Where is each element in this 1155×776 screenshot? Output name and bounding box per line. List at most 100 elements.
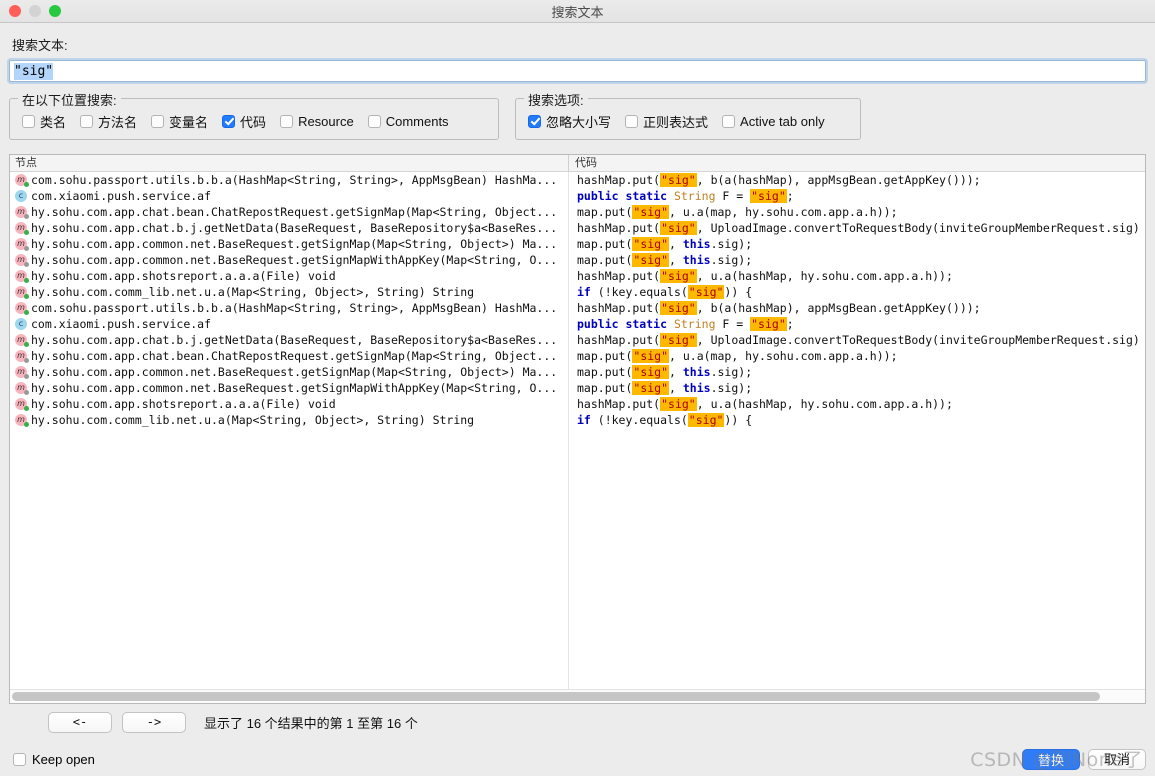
table-row[interactable]: m hy.sohu.com.comm_lib.net.u.a(Map<String… — [10, 284, 568, 300]
table-row[interactable]: c com.xiaomi.push.service.af — [10, 188, 568, 204]
method-icon: m — [15, 414, 29, 427]
cancel-button[interactable]: 取消 — [1088, 749, 1146, 770]
checkbox-box[interactable] — [280, 114, 294, 128]
table-row[interactable]: m hy.sohu.com.app.chat.b.j.getNetData(Bas… — [10, 220, 568, 236]
code-snippet[interactable]: map.put("sig", this.sig); — [569, 380, 1145, 396]
checkbox-active-tab-only[interactable]: Active tab only — [722, 114, 825, 129]
node-label: hy.sohu.com.app.shotsreport.a.a.a(File) … — [31, 269, 336, 283]
search-options-checkbox-row: 忽略大小写 正则表达式 Active tab only — [528, 111, 848, 131]
node-label: hy.sohu.com.comm_lib.net.u.a(Map<String,… — [31, 285, 475, 299]
search-input-value: "sig" — [14, 62, 54, 80]
code-snippet[interactable]: map.put("sig", this.sig); — [569, 364, 1145, 380]
code-snippet[interactable]: hashMap.put("sig", u.a(hashMap, hy.sohu.… — [569, 396, 1145, 412]
footer-actions-row: Keep open 替换 取消 — [9, 733, 1146, 770]
checkbox-variable-name[interactable]: 变量名 — [151, 112, 208, 131]
results-node-column: m com.sohu.passport.utils.b.b.a(HashMap<S… — [10, 172, 568, 689]
search-scope-legend: 在以下位置搜索: — [18, 90, 121, 109]
method-icon: m — [15, 238, 29, 251]
code-snippet[interactable]: if (!key.equals("sig")) { — [569, 412, 1145, 428]
checkbox-box[interactable] — [367, 114, 381, 128]
checkbox-label: 代码 — [240, 114, 267, 130]
code-snippet[interactable]: if (!key.equals("sig")) { — [569, 284, 1145, 300]
code-snippet[interactable]: hashMap.put("sig", UploadImage.convertTo… — [569, 332, 1145, 348]
node-label: hy.sohu.com.app.common.net.BaseRequest.g… — [31, 253, 558, 267]
code-snippet[interactable]: hashMap.put("sig", b(a(hashMap), appMsgB… — [569, 172, 1145, 188]
table-row[interactable]: m com.sohu.passport.utils.b.b.a(HashMap<S… — [10, 172, 568, 188]
checkbox-box[interactable] — [13, 753, 26, 766]
scrollbar-thumb[interactable] — [12, 692, 1101, 701]
results-code-column: hashMap.put("sig", b(a(hashMap), appMsgB… — [568, 172, 1145, 689]
close-icon[interactable] — [9, 5, 21, 17]
table-row[interactable]: c com.xiaomi.push.service.af — [10, 316, 568, 332]
checkbox-class-name[interactable]: 类名 — [22, 112, 66, 131]
checkbox-box[interactable] — [625, 114, 639, 128]
code-snippet[interactable]: hashMap.put("sig", UploadImage.convertTo… — [569, 220, 1145, 236]
checkbox-regex[interactable]: 正则表达式 — [625, 112, 708, 131]
code-snippet[interactable]: map.put("sig", this.sig); — [569, 236, 1145, 252]
code-snippet[interactable]: map.put("sig", u.a(map, hy.sohu.com.app.… — [569, 204, 1145, 220]
table-row[interactable]: m hy.sohu.com.app.common.net.BaseRequest.… — [10, 252, 568, 268]
node-label: com.sohu.passport.utils.b.b.a(HashMap<St… — [31, 173, 558, 187]
table-row[interactable]: m com.sohu.passport.utils.b.b.a(HashMap<S… — [10, 300, 568, 316]
checkbox-box[interactable] — [22, 114, 35, 128]
checkbox-label: 类名 — [40, 114, 67, 130]
checkbox-ignore-case[interactable]: 忽略大小写 — [528, 112, 611, 131]
code-snippet[interactable]: hashMap.put("sig", b(a(hashMap), appMsgB… — [569, 300, 1145, 316]
code-snippet[interactable]: hashMap.put("sig", u.a(hashMap, hy.sohu.… — [569, 268, 1145, 284]
table-row[interactable]: m hy.sohu.com.app.common.net.BaseRequest.… — [10, 380, 568, 396]
horizontal-scrollbar[interactable] — [10, 689, 1145, 703]
checkbox-label: 变量名 — [169, 114, 209, 130]
method-icon: m — [15, 222, 29, 235]
results-body: m com.sohu.passport.utils.b.b.a(HashMap<S… — [10, 172, 1145, 689]
method-icon: m — [15, 398, 29, 411]
checkbox-label: 正则表达式 — [643, 114, 709, 130]
checkbox-box-checked[interactable] — [528, 114, 541, 128]
table-row[interactable]: m hy.sohu.com.comm_lib.net.u.a(Map<String… — [10, 412, 568, 428]
previous-page-button[interactable]: <- — [48, 712, 112, 733]
checkbox-box[interactable] — [151, 114, 165, 128]
node-label: hy.sohu.com.app.chat.bean.ChatRepostRequ… — [31, 349, 558, 363]
method-icon: m — [15, 174, 29, 187]
maximize-icon[interactable] — [49, 5, 61, 17]
checkbox-label: Keep open — [32, 752, 95, 767]
method-icon: m — [15, 286, 29, 299]
code-snippet[interactable]: public static String F = "sig"; — [569, 188, 1145, 204]
checkbox-box[interactable] — [80, 114, 94, 128]
checkbox-resource[interactable]: Resource — [280, 114, 354, 129]
checkbox-box-checked[interactable] — [222, 114, 236, 128]
minimize-icon[interactable] — [29, 5, 41, 17]
checkbox-comments[interactable]: Comments — [367, 114, 449, 129]
code-snippet[interactable]: public static String F = "sig"; — [569, 316, 1145, 332]
node-label: com.sohu.passport.utils.b.b.a(HashMap<St… — [31, 301, 558, 315]
node-label: com.xiaomi.push.service.af — [31, 189, 212, 203]
checkbox-keep-open[interactable]: Keep open — [9, 752, 95, 767]
method-icon: m — [15, 350, 29, 363]
search-field-label: 搜索文本: — [12, 38, 68, 53]
method-icon: m — [15, 302, 29, 315]
node-label: hy.sohu.com.app.common.net.BaseRequest.g… — [31, 381, 558, 395]
dialog-buttons: 替换 取消 — [1022, 749, 1146, 770]
table-row[interactable]: m hy.sohu.com.app.chat.bean.ChatRepostReq… — [10, 348, 568, 364]
next-page-button[interactable]: -> — [122, 712, 186, 733]
table-row[interactable]: m hy.sohu.com.app.chat.b.j.getNetData(Bas… — [10, 332, 568, 348]
table-row[interactable]: m hy.sohu.com.app.common.net.BaseRequest.… — [10, 236, 568, 252]
node-label: hy.sohu.com.app.chat.b.j.getNetData(Base… — [31, 333, 558, 347]
checkbox-code[interactable]: 代码 — [222, 112, 266, 131]
search-input[interactable]: "sig" — [9, 60, 1146, 82]
checkbox-box[interactable] — [722, 114, 736, 128]
code-snippet[interactable]: map.put("sig", this.sig); — [569, 252, 1145, 268]
column-header-code[interactable]: 代码 — [568, 155, 1145, 171]
column-header-node[interactable]: 节点 — [10, 155, 568, 171]
method-icon: m — [15, 254, 29, 267]
table-row[interactable]: m hy.sohu.com.app.chat.bean.ChatRepostReq… — [10, 204, 568, 220]
node-label: hy.sohu.com.app.chat.b.j.getNetData(Base… — [31, 221, 558, 235]
table-row[interactable]: m hy.sohu.com.app.common.net.BaseRequest.… — [10, 364, 568, 380]
checkbox-label: 方法名 — [98, 114, 138, 130]
results-status-text: 显示了 16 个结果中的第 1 至第 16 个 — [204, 716, 418, 731]
table-row[interactable]: m hy.sohu.com.app.shotsreport.a.a.a(File)… — [10, 268, 568, 284]
checkbox-method-name[interactable]: 方法名 — [80, 112, 137, 131]
class-icon: c — [15, 318, 27, 330]
confirm-button[interactable]: 替换 — [1022, 749, 1080, 770]
code-snippet[interactable]: map.put("sig", u.a(map, hy.sohu.com.app.… — [569, 348, 1145, 364]
table-row[interactable]: m hy.sohu.com.app.shotsreport.a.a.a(File)… — [10, 396, 568, 412]
